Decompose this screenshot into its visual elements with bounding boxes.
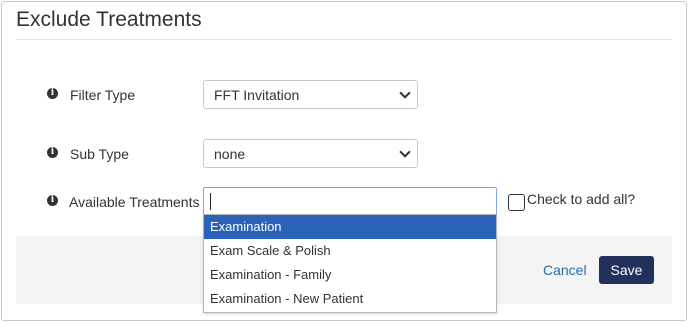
available-treatments-input[interactable] [203,187,497,216]
filter-type-value: FFT Invitation [214,87,300,103]
available-treatments-row: i Available Treatments Check to add all? [0,187,686,217]
sub-type-value: none [214,146,246,162]
info-icon[interactable]: i [47,195,58,206]
filter-type-select[interactable]: FFT Invitation [203,80,418,109]
check-all-checkbox[interactable] [508,194,525,211]
panel-title: Exclude Treatments [16,8,202,31]
sub-type-label: Sub Type [70,146,129,162]
filter-type-label: Filter Type [70,87,136,103]
filter-type-row: i Filter Type FFT Invitation [0,80,686,110]
save-button[interactable]: Save [599,256,654,284]
check-all-label: Check to add all? [527,191,636,207]
info-icon[interactable]: i [47,147,58,158]
treatment-option[interactable]: Examination [204,215,496,239]
treatment-option[interactable]: Exam Scale & Polish [204,239,496,263]
text-caret [210,193,211,210]
sub-type-row: i Sub Type none [0,139,686,169]
cancel-button[interactable]: Cancel [543,262,587,278]
available-treatments-label: Available Treatments [69,194,200,210]
info-icon[interactable]: i [47,88,58,99]
treatments-autocomplete-list: Examination Exam Scale & Polish Examinat… [203,214,497,313]
sub-type-select[interactable]: none [203,139,418,168]
title-divider [16,39,672,40]
chevron-down-icon [399,146,411,158]
treatment-option[interactable]: Examination - New Patient [204,287,496,311]
treatment-option[interactable]: Examination - Family [204,263,496,287]
chevron-down-icon [399,87,411,99]
